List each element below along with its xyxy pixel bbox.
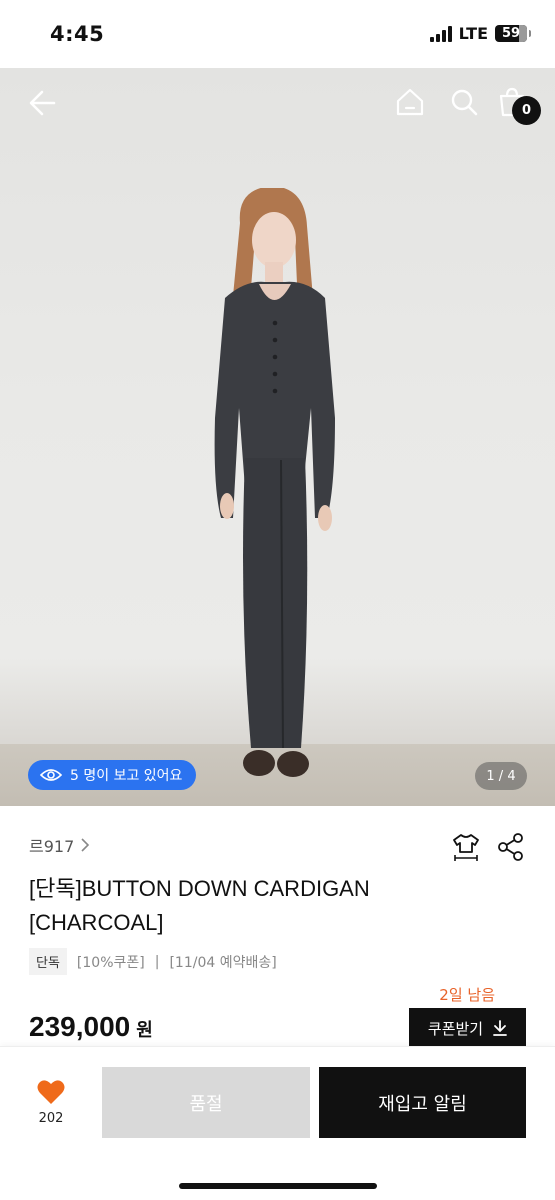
home-indicator bbox=[179, 1183, 377, 1189]
coupon-download-button[interactable]: 쿠폰받기 bbox=[409, 1008, 526, 1048]
price-unit: 원 bbox=[136, 1020, 153, 1041]
status-indicators: LTE 59 bbox=[429, 24, 531, 43]
like-count: 202 bbox=[38, 1111, 64, 1126]
product-image-gallery[interactable]: 0 5 명이 보고 있어요 1 / 4 bbox=[0, 68, 555, 806]
like-button[interactable]: 202 bbox=[30, 1079, 72, 1126]
viewers-badge: 5 명이 보고 있어요 bbox=[28, 760, 197, 790]
product-title: [단독]BUTTON DOWN CARDIGAN [CHARCOAL] bbox=[29, 876, 370, 935]
search-icon[interactable] bbox=[448, 86, 480, 118]
signal-icon bbox=[429, 25, 452, 42]
coupon-button-label: 쿠폰받기 bbox=[427, 1019, 484, 1038]
eye-icon bbox=[40, 769, 62, 781]
battery-icon: 59 bbox=[495, 25, 531, 42]
home-icon[interactable] bbox=[394, 86, 426, 118]
status-bar: 4:45 LTE 59 bbox=[0, 0, 555, 68]
brand-name: 르917 bbox=[29, 837, 75, 856]
viewers-text: 5 명이 보고 있어요 bbox=[70, 768, 183, 784]
battery-level: 59 bbox=[501, 26, 521, 41]
cart-count-badge[interactable]: 0 bbox=[512, 96, 541, 125]
brand-link[interactable]: 르917 bbox=[29, 833, 90, 857]
status-time: 4:45 bbox=[50, 22, 105, 46]
network-label: LTE bbox=[458, 24, 488, 43]
tag-separator: | bbox=[154, 953, 160, 970]
product-tags: 단독 [10%쿠폰] | [11/04 예약배송] bbox=[29, 948, 277, 975]
size-guide-shirt-icon[interactable] bbox=[451, 832, 481, 862]
heart-icon bbox=[37, 1080, 65, 1104]
back-arrow-icon[interactable] bbox=[26, 86, 60, 120]
exclusive-badge: 단독 bbox=[29, 948, 67, 975]
price-value: 239,000 bbox=[29, 1011, 131, 1042]
product-photo bbox=[214, 188, 335, 777]
restock-alert-button[interactable]: 재입고 알림 bbox=[319, 1067, 526, 1138]
soldout-button[interactable]: 품절 bbox=[102, 1067, 310, 1138]
image-pager: 1 / 4 bbox=[475, 762, 527, 790]
coupon-tag: [10%쿠폰] bbox=[76, 954, 145, 971]
chevron-right-icon bbox=[81, 838, 90, 852]
download-icon bbox=[493, 1020, 507, 1036]
shipping-tag: [11/04 예약배송] bbox=[169, 954, 277, 971]
product-actions bbox=[451, 832, 525, 862]
price: 239,000 원 bbox=[29, 1011, 153, 1043]
coupon-days-left: 2일 남음 bbox=[439, 986, 495, 1004]
bottom-action-bar: 202 품절 재입고 알림 bbox=[0, 1046, 555, 1200]
share-icon[interactable] bbox=[497, 832, 525, 862]
